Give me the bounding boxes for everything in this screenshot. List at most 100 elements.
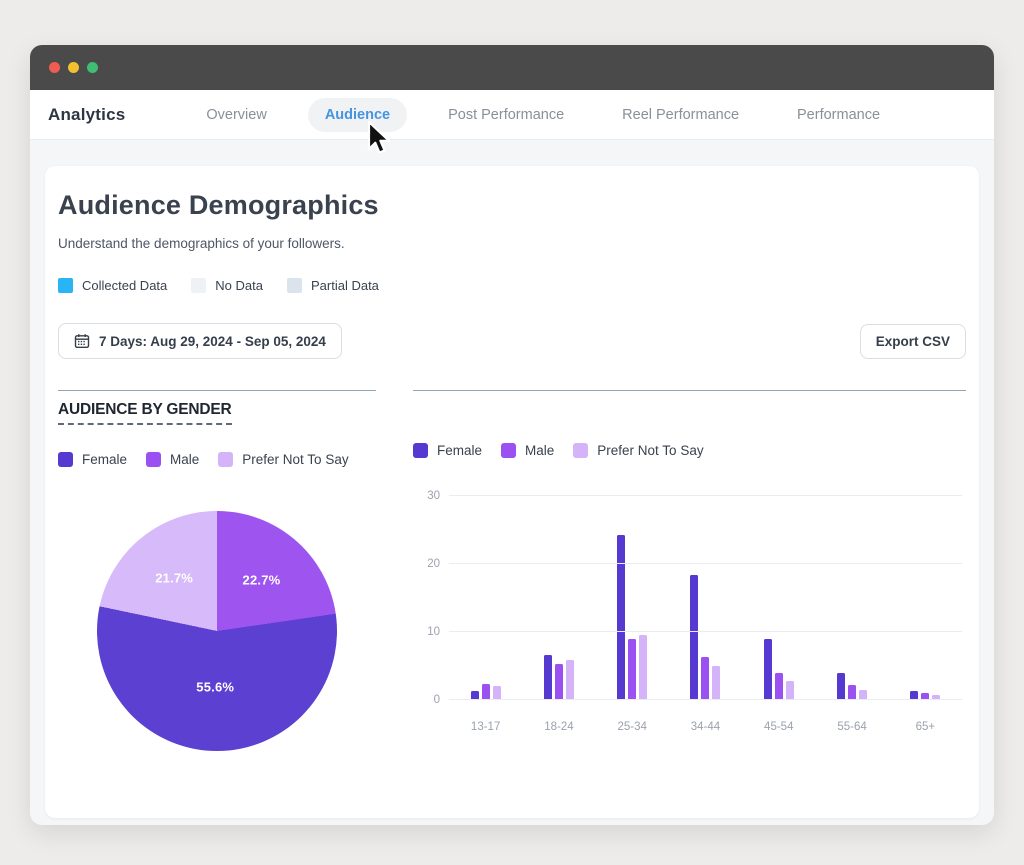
legend-item: No Data <box>191 278 263 293</box>
bar-male <box>848 685 856 700</box>
bar-group-18-24 <box>522 496 595 700</box>
legend-swatch <box>287 278 302 293</box>
bar-female <box>617 535 625 700</box>
x-axis-tick-label: 13-17 <box>449 721 522 733</box>
legend-item: Female <box>413 443 482 458</box>
bar-male <box>628 639 636 700</box>
y-axis-tick-label: 10 <box>427 626 440 638</box>
calendar-icon <box>74 333 90 349</box>
y-axis-tick-label: 20 <box>427 558 440 570</box>
bar-female <box>764 639 772 700</box>
legend-swatch <box>413 443 428 458</box>
tab-performance[interactable]: Performance <box>780 98 897 132</box>
bar-female <box>837 673 845 700</box>
legend-item: Male <box>146 452 199 467</box>
x-axis-tick-label: 45-54 <box>742 721 815 733</box>
bar-group-65+ <box>889 496 962 700</box>
legend-label: Partial Data <box>311 278 379 293</box>
tab-overview[interactable]: Overview <box>189 98 283 132</box>
legend-item: Collected Data <box>58 278 167 293</box>
x-axis-tick-label: 25-34 <box>596 721 669 733</box>
legend-swatch <box>191 278 206 293</box>
legend-label: Prefer Not To Say <box>597 443 703 458</box>
pie-slice-label: 55.6% <box>196 679 234 694</box>
bar-prefer-not-to-say <box>493 686 501 700</box>
age-gender-bar-chart: 0102030 13-1718-2425-3434-4445-5455-6465… <box>413 496 966 733</box>
gridline <box>449 631 962 632</box>
bar-prefer-not-to-say <box>639 635 647 700</box>
bar-male <box>555 664 563 700</box>
top-navbar: Analytics Overview Audience Post Perform… <box>30 90 994 140</box>
gender-pie-chart: 22.7% 55.6% 21.7% <box>97 511 337 751</box>
legend-label: No Data <box>215 278 263 293</box>
pie-gender-legend: Female Male Prefer Not To Say <box>58 452 376 467</box>
legend-swatch <box>58 452 73 467</box>
section-title-audience-by-gender: AUDIENCE BY GENDER <box>58 401 232 425</box>
bar-group-55-64 <box>815 496 888 700</box>
bar-male <box>701 657 709 700</box>
legend-item: Prefer Not To Say <box>573 443 703 458</box>
page-title: Audience Demographics <box>58 190 966 221</box>
legend-label: Female <box>82 452 127 467</box>
tab-post-performance[interactable]: Post Performance <box>431 98 581 132</box>
export-csv-label: Export CSV <box>876 334 950 349</box>
nav-tabs: Overview Audience Post Performance Reel … <box>189 98 897 132</box>
legend-label: Male <box>170 452 199 467</box>
x-axis-tick-label: 34-44 <box>669 721 742 733</box>
zoom-window-icon[interactable] <box>87 62 98 73</box>
bar-gender-legend: Female Male Prefer Not To Say <box>413 443 966 458</box>
bar-prefer-not-to-say <box>786 681 794 700</box>
tab-audience[interactable]: Audience <box>308 98 407 132</box>
gridline <box>449 495 962 496</box>
legend-swatch <box>218 452 233 467</box>
app-brand: Analytics <box>48 105 125 125</box>
pie-slice-label: 22.7% <box>243 572 281 587</box>
bar-group-13-17 <box>449 496 522 700</box>
window-titlebar <box>30 45 994 90</box>
page-content: Audience Demographics Understand the dem… <box>30 140 994 818</box>
gridline <box>449 563 962 564</box>
tab-reel-performance[interactable]: Reel Performance <box>605 98 756 132</box>
x-axis-tick-label: 55-64 <box>815 721 888 733</box>
demographics-card: Audience Demographics Understand the dem… <box>45 166 979 818</box>
legend-item: Prefer Not To Say <box>218 452 348 467</box>
bar-x-axis-labels: 13-1718-2425-3434-4445-5455-6465+ <box>449 721 962 733</box>
y-axis-tick-label: 30 <box>427 490 440 502</box>
gender-pie-section: AUDIENCE BY GENDER Female Male Prefer Not … <box>58 390 376 751</box>
legend-swatch <box>501 443 516 458</box>
legend-swatch <box>58 278 73 293</box>
bar-prefer-not-to-say <box>712 666 720 700</box>
age-bar-section: FemaleMalePrefer Not To Say 0102030 13-1… <box>413 390 966 751</box>
bar-female <box>690 575 698 700</box>
legend-label: Prefer Not To Say <box>242 452 348 467</box>
bar-groups <box>449 496 962 700</box>
date-range-button[interactable]: 7 Days: Aug 29, 2024 - Sep 05, 2024 <box>58 323 342 359</box>
bar-group-25-34 <box>596 496 669 700</box>
bar-male <box>482 684 490 700</box>
bar-group-34-44 <box>669 496 742 700</box>
close-window-icon[interactable] <box>49 62 60 73</box>
bar-prefer-not-to-say <box>566 660 574 700</box>
charts-columns: AUDIENCE BY GENDER Female Male Prefer Not … <box>58 390 966 751</box>
legend-label: Male <box>525 443 554 458</box>
bar-male <box>775 673 783 700</box>
legend-swatch <box>573 443 588 458</box>
bar-female <box>544 655 552 700</box>
legend-swatch <box>146 452 161 467</box>
bar-group-45-54 <box>742 496 815 700</box>
legend-item: Partial Data <box>287 278 379 293</box>
data-status-legend: Collected Data No Data Partial Data <box>58 278 966 293</box>
x-axis-tick-label: 18-24 <box>522 721 595 733</box>
export-csv-button[interactable]: Export CSV <box>860 324 966 359</box>
y-axis-tick-label: 0 <box>434 694 440 706</box>
date-range-label: 7 Days: Aug 29, 2024 - Sep 05, 2024 <box>99 334 326 349</box>
legend-item: Female <box>58 452 127 467</box>
browser-window: Analytics Overview Audience Post Perform… <box>30 45 994 825</box>
legend-label: Female <box>437 443 482 458</box>
minimize-window-icon[interactable] <box>68 62 79 73</box>
bar-plot-area: 0102030 <box>449 496 962 700</box>
pie-slice-label: 21.7% <box>155 571 193 586</box>
gridline <box>449 699 962 700</box>
page-subtitle: Understand the demographics of your foll… <box>58 236 966 251</box>
legend-label: Collected Data <box>82 278 167 293</box>
